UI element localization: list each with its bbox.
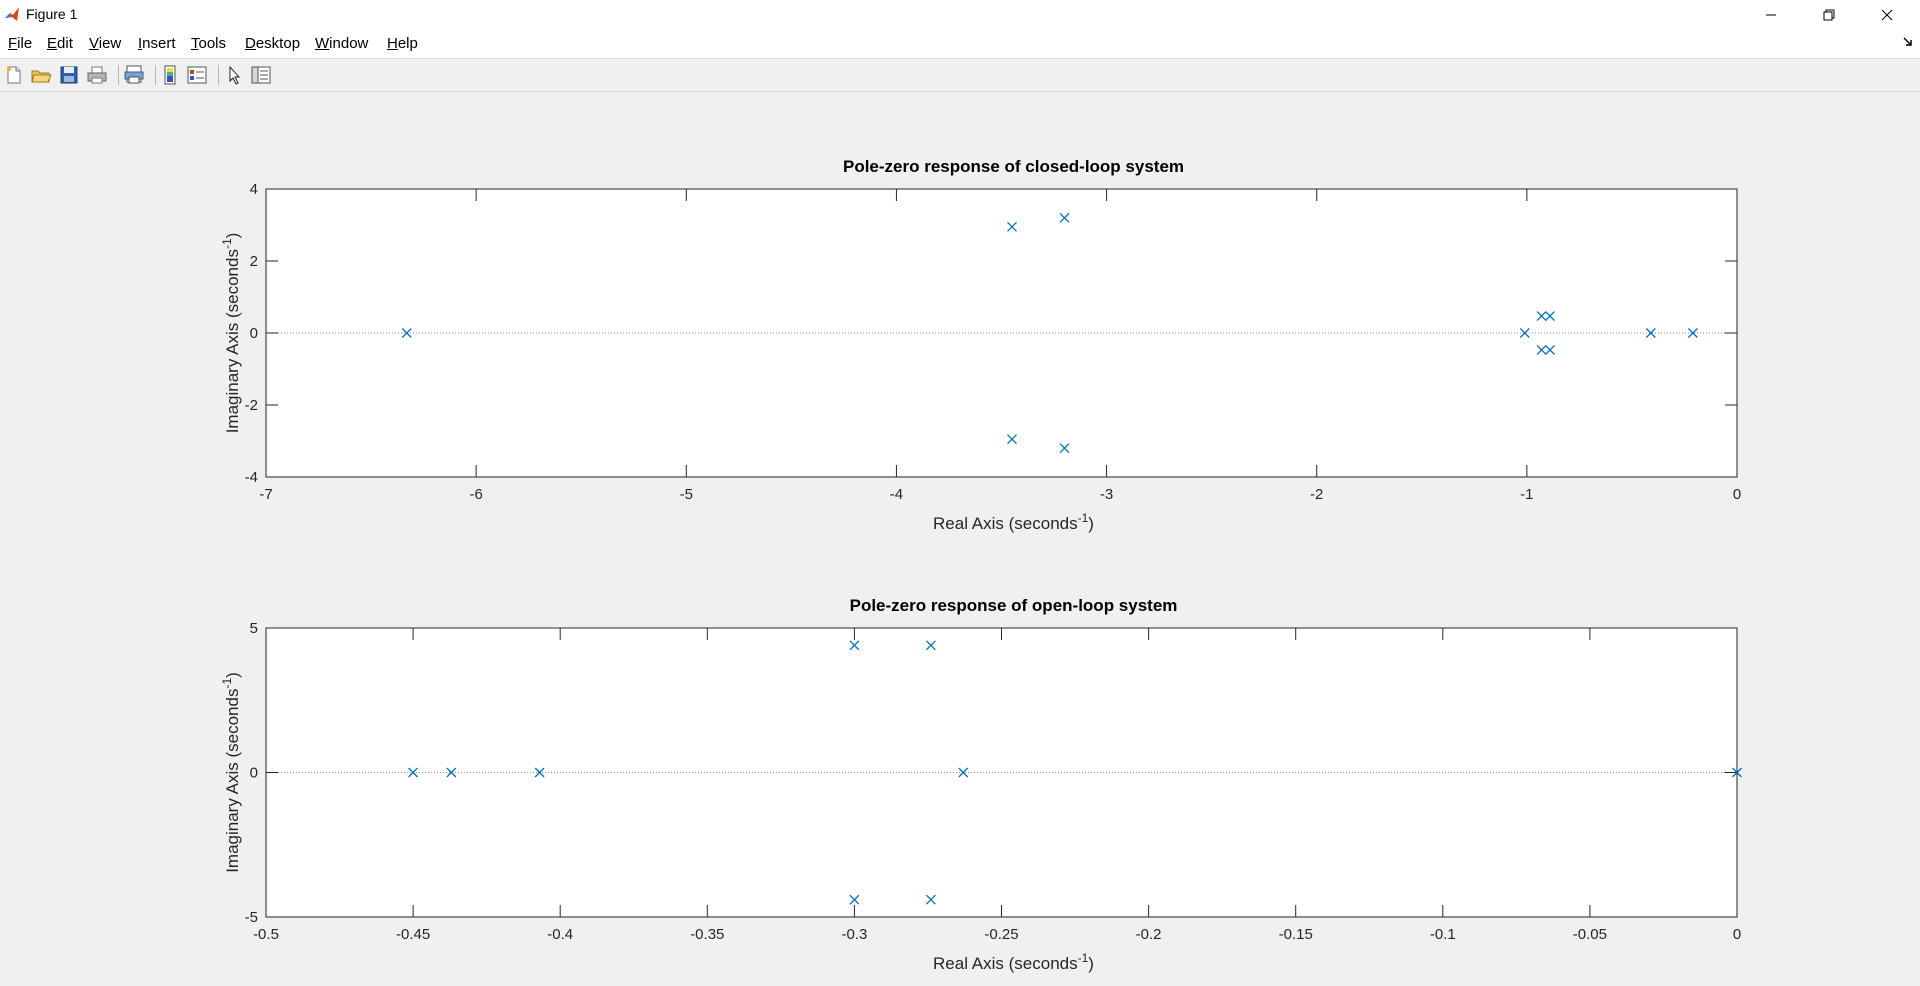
chart-title: Pole-zero response of closed-loop system: [843, 157, 1184, 176]
x-tick-label: -0.5: [253, 926, 279, 943]
x-tick-label: 0: [1733, 926, 1741, 943]
toolbar-separator: [155, 65, 156, 85]
figure-canvas: -7 -6 -5 -4 -3 -2 -1 0 -4 -2 0 2 4 Pole-zero response…: [220, 157, 1742, 973]
figure-toolbar: [0, 59, 1920, 92]
menu-help[interactable]: Help: [387, 35, 418, 52]
close-button[interactable]: [1858, 0, 1916, 30]
print-icon[interactable]: [86, 64, 108, 86]
x-tick-label: -0.3: [841, 926, 867, 943]
x-tick-label: -0.4: [547, 926, 573, 943]
y-tick-label: 4: [250, 181, 258, 198]
y-tick-label: -5: [245, 909, 258, 926]
window-titlebar: Figure 1: [0, 0, 1920, 30]
x-axis-label: Real Axis (seconds-1): [933, 511, 1094, 533]
x-tick-label: -7: [259, 486, 272, 503]
y-tick-label: -4: [245, 469, 258, 486]
x-tick-label: 0: [1733, 486, 1741, 503]
toolbar-separator: [218, 65, 219, 85]
x-tick-label: -2: [1310, 486, 1323, 503]
colorbar-icon[interactable]: [159, 64, 181, 86]
menu-view[interactable]: View: [89, 35, 121, 52]
x-tick-label: -6: [469, 486, 482, 503]
print-preview-icon[interactable]: [123, 64, 145, 86]
property-inspector-icon[interactable]: [250, 64, 272, 86]
x-tick-label: -1: [1520, 486, 1533, 503]
x-tick-label: -0.05: [1573, 926, 1607, 943]
legend-icon[interactable]: [186, 64, 208, 86]
y-tick-label: 5: [250, 620, 258, 637]
matlab-logo-icon: [5, 7, 19, 21]
restore-button[interactable]: [1800, 0, 1858, 30]
x-tick-label: -0.25: [984, 926, 1018, 943]
toolbar-separator: [118, 65, 119, 85]
y-tick-label: -2: [245, 397, 258, 414]
menu-bar: File Edit View Insert Tools Desktop Wind…: [0, 30, 1920, 59]
x-tick-label: -0.1: [1430, 926, 1456, 943]
x-tick-label: -0.15: [1279, 926, 1313, 943]
menu-edit[interactable]: Edit: [47, 35, 73, 52]
chart-2: -0.5 -0.45 -0.4 -0.35 -0.3 -0.25 -0.2 -0.15 -0.1…: [220, 596, 1742, 973]
menu-desktop[interactable]: Desktop: [245, 35, 300, 52]
save-icon[interactable]: [58, 64, 80, 86]
menu-file[interactable]: File: [8, 35, 32, 52]
chart-1: -7 -6 -5 -4 -3 -2 -1 0 -4 -2 0 2 4 Pole-zero response…: [220, 157, 1741, 533]
x-tick-label: -5: [680, 486, 693, 503]
x-tick-label: -3: [1100, 486, 1113, 503]
x-axis-label: Real Axis (seconds-1): [933, 951, 1094, 973]
x-tick-label: -0.45: [396, 926, 430, 943]
restore-icon: [1823, 9, 1835, 21]
edit-plot-icon[interactable]: [224, 64, 246, 86]
y-axis-label: Imaginary Axis (seconds-1): [220, 672, 242, 873]
y-tick-label: 0: [250, 765, 258, 782]
y-tick-label: 2: [250, 253, 258, 270]
dock-arrow-icon[interactable]: [1902, 36, 1914, 48]
y-axis-label: Imaginary Axis (seconds-1): [220, 233, 242, 434]
chart-title: Pole-zero response of open-loop system: [850, 596, 1178, 615]
y-tick-label: 0: [250, 325, 258, 342]
close-icon: [1881, 9, 1893, 21]
menu-window[interactable]: Window: [315, 35, 368, 52]
x-tick-label: -0.35: [690, 926, 724, 943]
x-tick-label: -0.2: [1136, 926, 1162, 943]
window-title: Figure 1: [26, 6, 78, 22]
menu-insert[interactable]: Insert: [138, 35, 176, 52]
minimize-icon: [1766, 14, 1776, 16]
menu-tools[interactable]: Tools: [191, 35, 226, 52]
new-figure-icon[interactable]: [3, 64, 25, 86]
x-tick-label: -4: [890, 486, 903, 503]
minimize-button[interactable]: [1742, 0, 1800, 30]
open-file-icon[interactable]: [30, 64, 52, 86]
